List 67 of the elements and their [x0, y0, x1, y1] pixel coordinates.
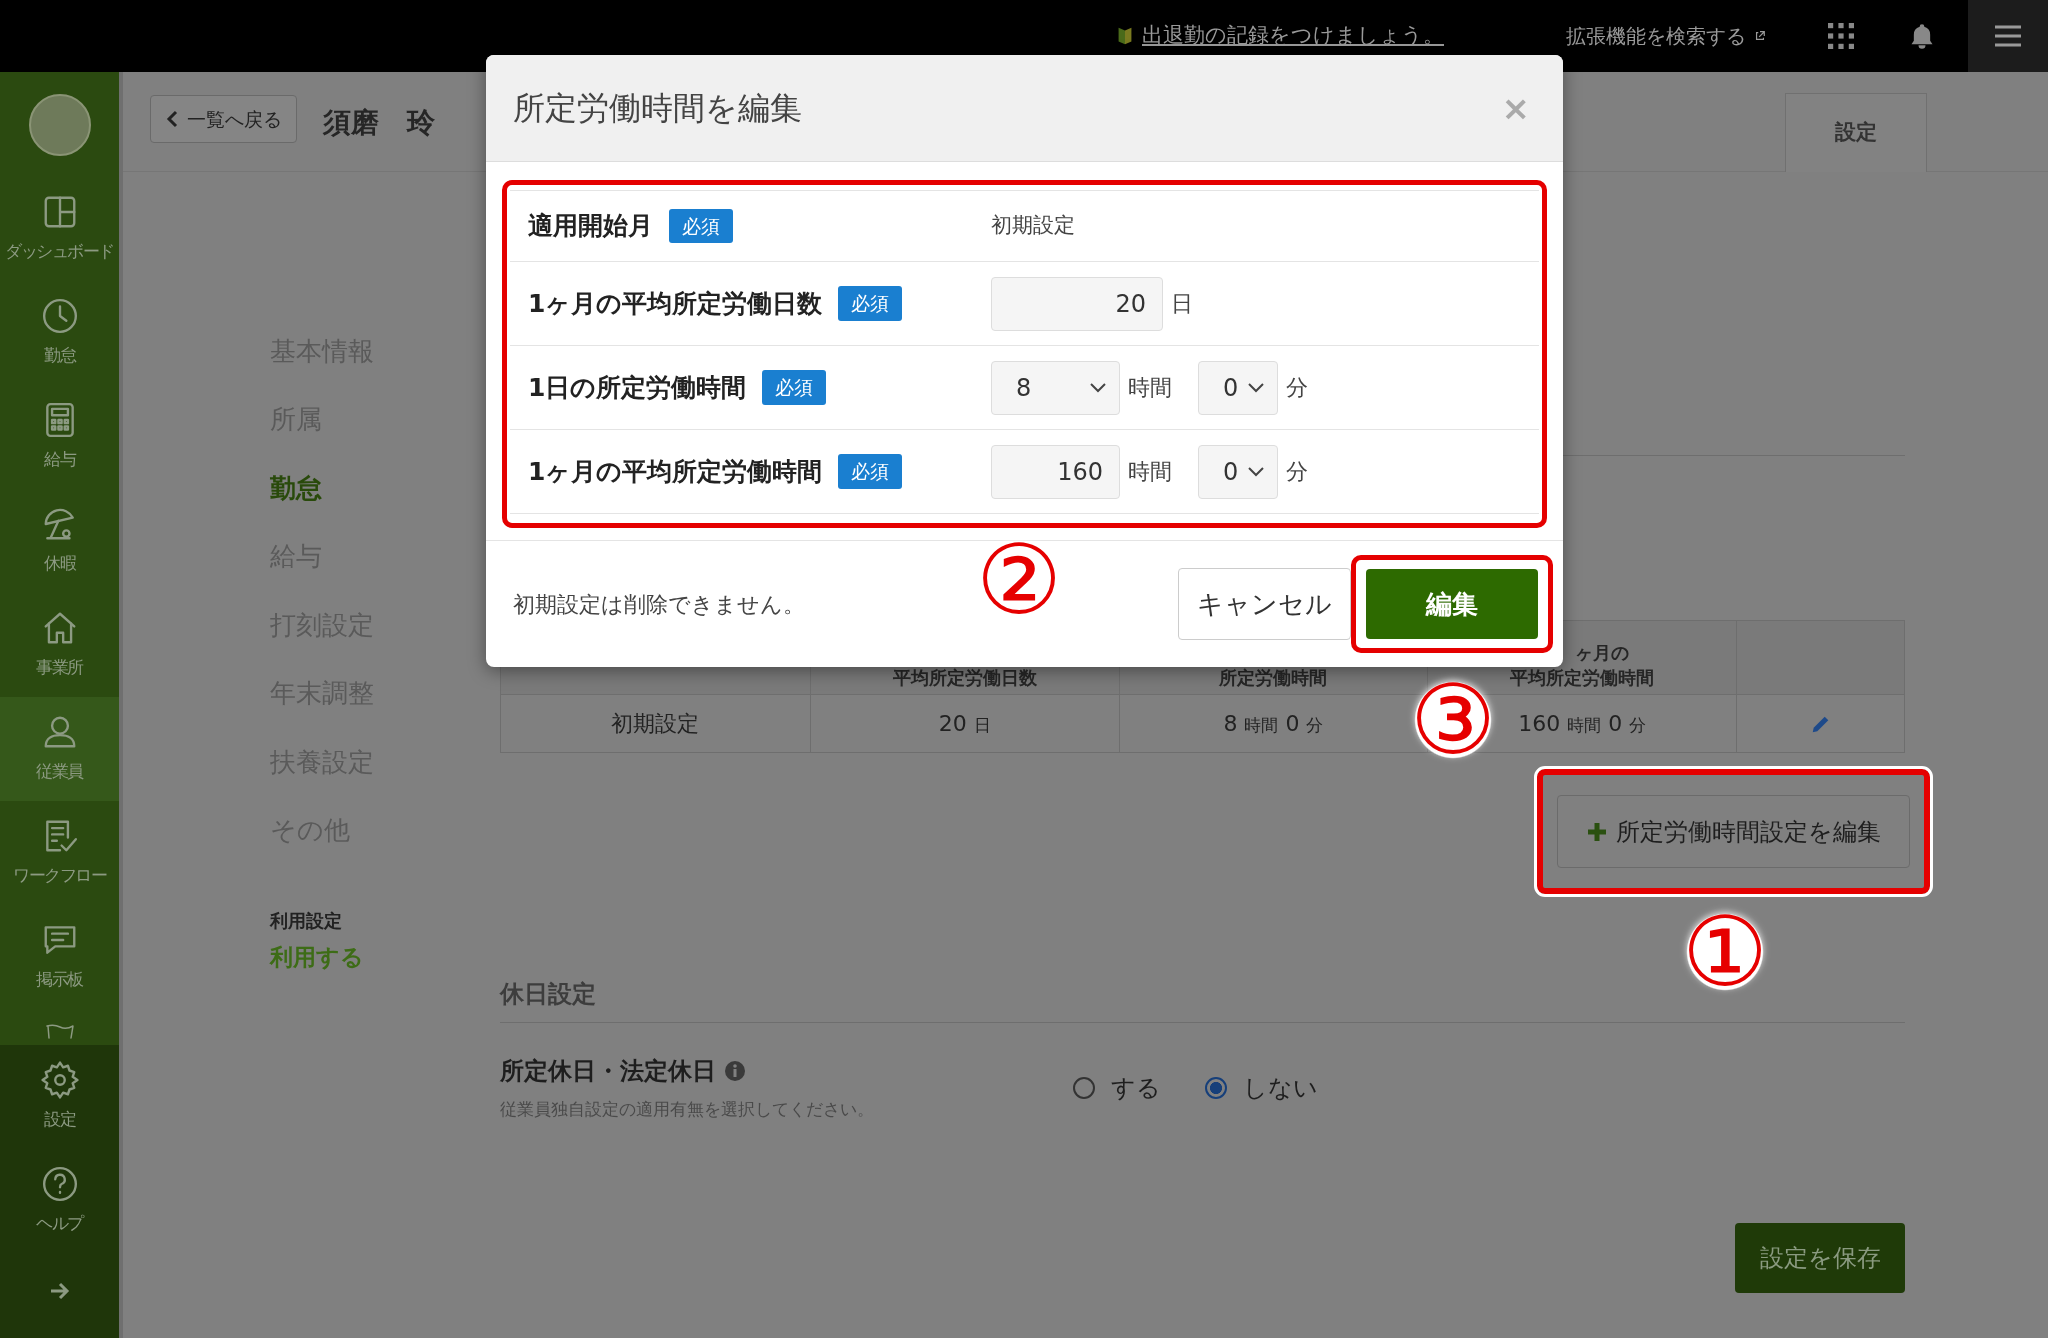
radio-button[interactable] [1205, 1076, 1227, 1099]
add-button[interactable]: 所定労働時間設定を編集 [1557, 795, 1910, 868]
input-field[interactable]: 160 [991, 444, 1120, 499]
clock-icon [40, 297, 79, 336]
required-badge: 必須 [838, 454, 903, 489]
sidebar-item[interactable]: 休暇 [0, 489, 119, 593]
sidebar-item[interactable]: 事業所 [0, 593, 119, 697]
info-icon [724, 1060, 746, 1082]
field-label: 1ヶ月の平均所定労働時間 [528, 455, 823, 488]
employee-name: 須磨 玲 [323, 105, 435, 141]
dropdown[interactable]: 0 [1198, 444, 1278, 499]
unit-label: 日 [1171, 290, 1193, 318]
dropdown[interactable]: 8 [991, 360, 1120, 415]
flag-icon [44, 1023, 75, 1039]
modal-title: 所定労働時間を編集 [513, 88, 802, 129]
sidebar-item[interactable]: ダッシュボード [0, 177, 119, 281]
extension-search-link[interactable]: 拡張機能を検索する [1566, 21, 1746, 51]
apps-grid-icon [1828, 23, 1854, 49]
usage-value: 利用する [270, 943, 365, 972]
field-value: 初期設定 [991, 212, 1075, 240]
notice-link[interactable]: 出退勤の記録をつけましょう。 [1142, 20, 1444, 52]
sidebar-item[interactable]: 給与 [0, 385, 119, 489]
unit-label: 時間 [1128, 458, 1172, 486]
unit-label: 分 [1286, 458, 1308, 486]
sidebar-item[interactable]: 掲示板 [0, 905, 119, 1009]
avatar-icon [28, 93, 91, 156]
gear-icon [40, 1061, 79, 1100]
table-cell: 20 日 [810, 694, 1120, 753]
field-label: 1日の所定労働時間 [528, 371, 747, 404]
external-link-icon [1754, 30, 1766, 42]
sidebar-item[interactable]: ワークフロー [0, 801, 119, 905]
input-field[interactable]: 20 [991, 276, 1163, 331]
radio-button[interactable] [1073, 1076, 1095, 1099]
field-label: 所定休日・法定休日 [500, 1056, 716, 1087]
field-label: 適用開始月 [528, 210, 653, 243]
required-badge: 必須 [838, 286, 903, 321]
sidebar-item[interactable]: 設定 [0, 1045, 119, 1149]
chevron-left-icon [165, 110, 179, 128]
submit-button[interactable]: 編集 [1366, 569, 1538, 639]
usage-label: 利用設定 [270, 909, 343, 933]
unit-label: 時間 [1128, 374, 1172, 402]
sidebar-item[interactable]: ヘルプ [0, 1149, 119, 1253]
plus-icon [1586, 820, 1608, 843]
dropdown[interactable]: 0 [1198, 360, 1278, 415]
unit-label: 分 [1286, 374, 1308, 402]
note-text: 初期設定は削除できません。 [513, 590, 805, 619]
chevron-down-icon [1089, 381, 1107, 394]
help-icon [40, 1165, 79, 1204]
sidebar-item[interactable]: 勤怠 [0, 281, 119, 385]
arrow-right-icon [48, 1281, 71, 1301]
leaf-icon [1116, 25, 1134, 47]
field-label: 1ヶ月の平均所定労働日数 [528, 287, 823, 320]
menu-icon [1993, 24, 2023, 48]
sidebar-item[interactable]: 従業員 [0, 697, 119, 801]
required-badge: 必須 [762, 370, 827, 405]
chevron-down-icon [1247, 465, 1265, 478]
chevron-down-icon [1247, 381, 1265, 394]
radio-label: しない [1243, 1072, 1318, 1104]
table-cell: 初期設定 [500, 694, 811, 753]
cancel-button[interactable]: キャンセル [1178, 568, 1351, 640]
section-title: 休日設定 [500, 979, 597, 1010]
save-button[interactable]: 設定を保存 [1735, 1222, 1905, 1293]
back-button[interactable]: 一覧へ戻る [150, 95, 297, 143]
radio-label: する [1111, 1072, 1161, 1104]
required-badge: 必須 [669, 208, 733, 244]
settings-tab[interactable]: 設定 [1785, 93, 1927, 172]
close-button[interactable]: × [1495, 81, 1536, 135]
